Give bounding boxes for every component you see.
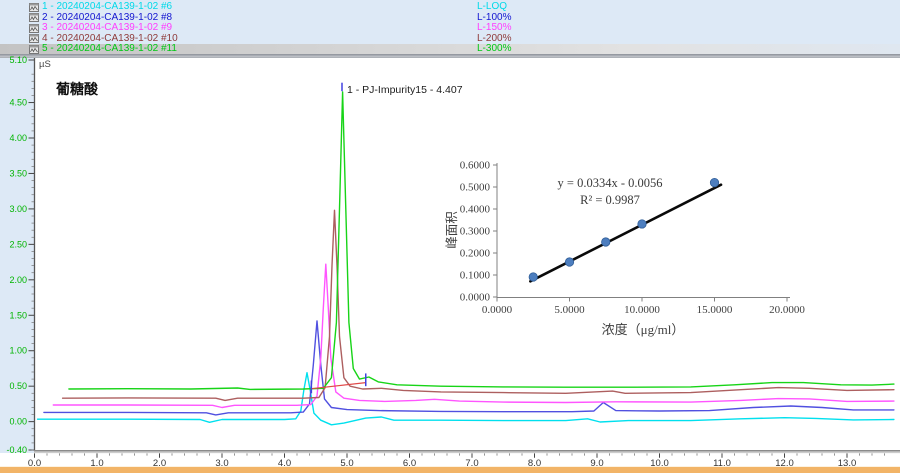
- calibration-data-point: [529, 273, 537, 281]
- inset-y-tick-label: 0.3000: [460, 226, 491, 238]
- inset-y-tick-label: 0.2000: [460, 248, 491, 260]
- inset-x-tick-label: 5.0000: [554, 304, 585, 316]
- calibration-data-point: [602, 238, 610, 246]
- y-axis-unit-label: µS: [39, 59, 51, 70]
- calibration-curve-chart: 0.0000 0.1000 0.2000 0.3000 0.4000 0.5000 0.60…: [430, 145, 810, 350]
- y-tick-label: 1.50: [9, 310, 27, 320]
- calibration-data-point: [638, 220, 646, 228]
- inset-x-tick-label: 0.0000: [482, 304, 513, 316]
- y-tick-label: 0.00: [9, 417, 27, 427]
- inset-y-tick-label: 0.5000: [460, 182, 491, 194]
- y-tick-label: -0.40: [6, 445, 27, 455]
- inset-y-tick-label: 0.6000: [460, 160, 491, 172]
- inset-x-tick-label: 10.0000: [624, 304, 660, 316]
- trendline-r-squared: R² = 0.9987: [580, 193, 640, 207]
- trendline-equation: y = 0.0334x - 0.0056: [558, 176, 663, 190]
- inset-y-axis-title: 峰面积: [445, 211, 459, 249]
- chart-canvas-holder: 5.10 4.50 4.00 3.50 3.00 2.50 2.00 1.50 1.00 0.50…: [0, 0, 900, 473]
- y-tick-label: 3.00: [9, 204, 27, 214]
- y-tick-label: 1.00: [9, 346, 27, 356]
- peak-annotation-label: 1 - PJ-Impurity15 - 4.407: [347, 84, 463, 96]
- inset-y-tick-label: 0.1000: [460, 270, 491, 282]
- y-tick-label: 0.50: [9, 381, 27, 391]
- y-tick-label: 2.00: [9, 275, 27, 285]
- calibration-data-point: [710, 178, 718, 186]
- inset-x-axis-title: 浓度（μg/ml）: [602, 322, 685, 337]
- calibration-data-point: [565, 258, 573, 266]
- inset-x-tick-label: 15.0000: [697, 304, 733, 316]
- y-tick-label: 4.00: [9, 133, 27, 143]
- chromatogram-title: 葡糖酸: [56, 79, 98, 99]
- inset-y-tick-label: 0.4000: [460, 204, 491, 216]
- y-tick-label: 3.50: [9, 168, 27, 178]
- y-tick-label: 2.50: [9, 239, 27, 249]
- y-tick-label: 4.50: [9, 98, 27, 108]
- bottom-scroll-bar[interactable]: [0, 466, 900, 473]
- inset-x-tick-label: 20.0000: [769, 304, 805, 316]
- inset-y-tick-label: 0.0000: [460, 292, 491, 304]
- chromatography-software-window: 1 - 20240204-CA139-1-02 #6 L-LOQ 2 - 202…: [0, 0, 900, 473]
- y-tick-label: 5.10: [9, 55, 27, 65]
